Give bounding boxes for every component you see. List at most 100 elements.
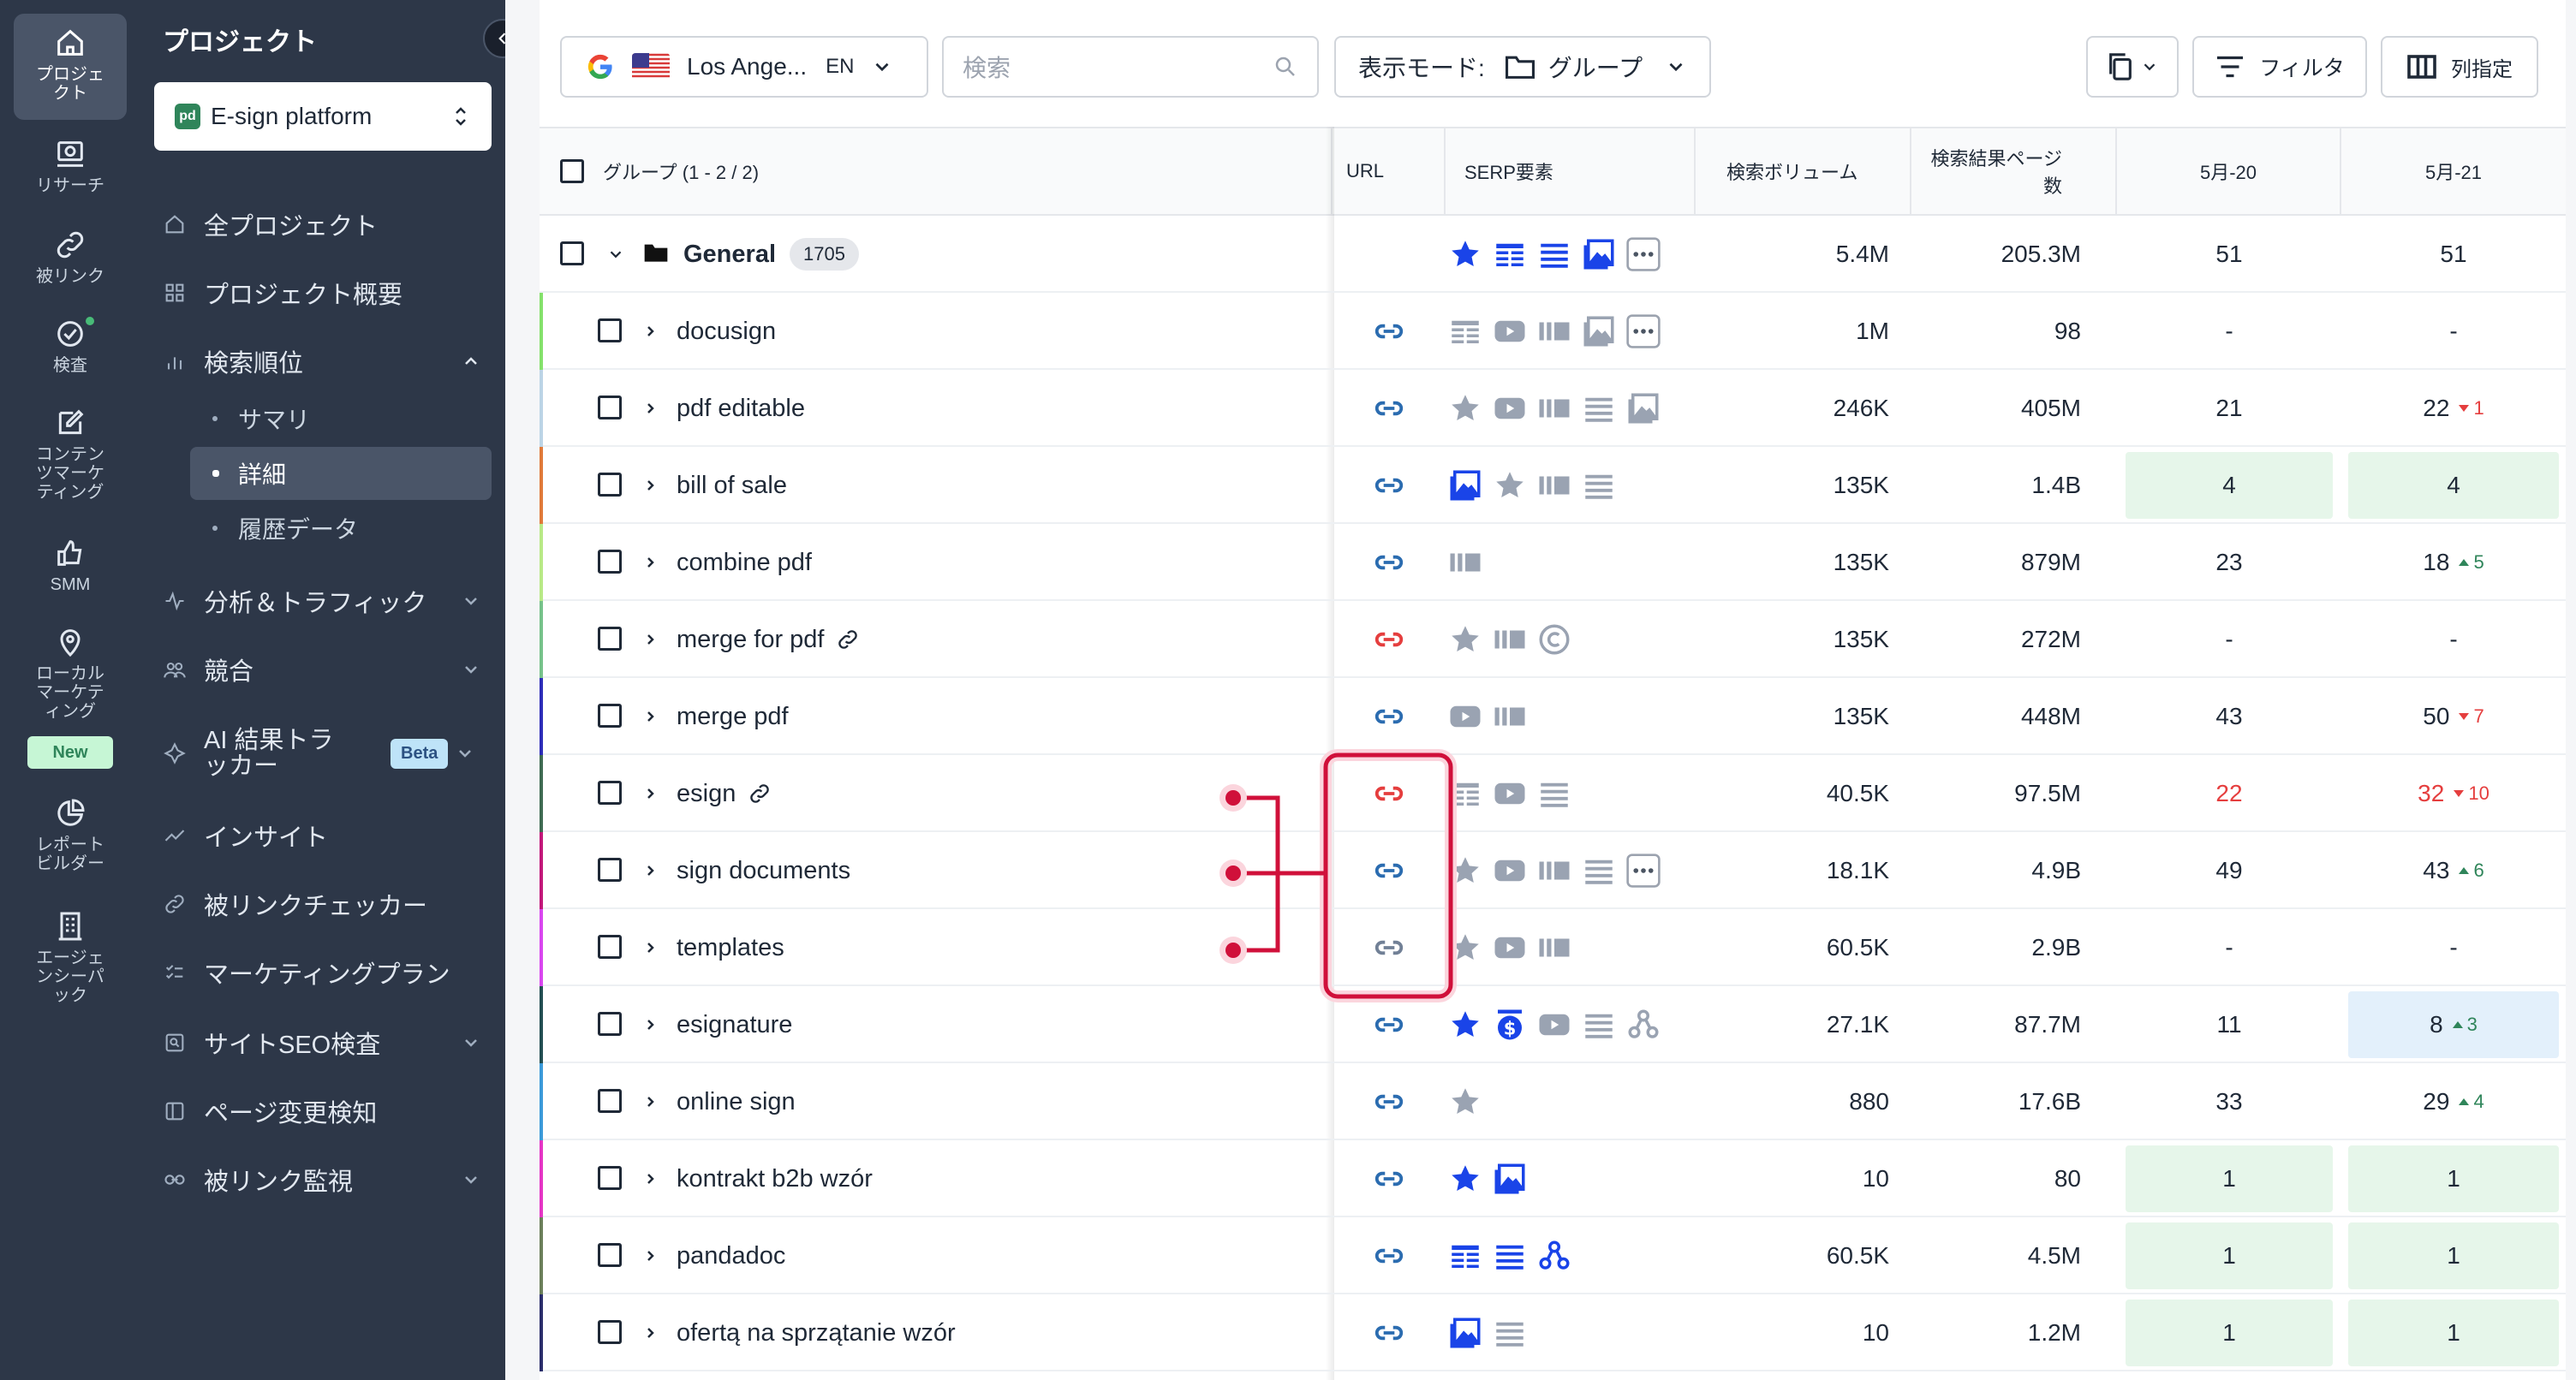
new-badge: New: [27, 736, 113, 769]
icon-rail: プロジェクト リサーチ 被リンク 検査 コンテンツマーケティング SMM ローカ…: [0, 0, 140, 1380]
sidebar-item-label: プロジェクト概要: [204, 282, 403, 309]
pie-chart-icon: [57, 799, 85, 826]
home-icon: [165, 215, 184, 234]
copy-menu-button[interactable]: [2086, 36, 2179, 98]
rail-item-label: リサーチ: [36, 176, 104, 195]
project-selector[interactable]: pd E-sign platform: [154, 82, 492, 151]
view-mode-value: グループ: [1547, 55, 1643, 81]
columns-label: 列指定: [2451, 57, 2513, 81]
rail-item-label: コンテンツマーケティング: [36, 445, 104, 502]
sidebar-item-project-overview[interactable]: プロジェクト概要: [163, 269, 488, 317]
sidebar-item-backlink-monitor[interactable]: 被リンク監視: [163, 1156, 488, 1204]
rail-item-agency-pack[interactable]: エージェンシーパック: [14, 909, 127, 1005]
rail-item-content-marketing[interactable]: コンテンツマーケティング: [14, 406, 127, 502]
rail-item-audit[interactable]: 検査: [14, 317, 127, 375]
sidebar-subitem-details[interactable]: 詳細: [190, 447, 492, 500]
rail-item-label: 検査: [53, 356, 87, 375]
sidebar-subitem-summary[interactable]: サマリ: [190, 392, 492, 445]
rail-item-projects[interactable]: プロジェクト: [14, 14, 127, 120]
sidebar-item-marketing-plan[interactable]: マーケティングプラン: [163, 949, 488, 996]
trend-icon: [164, 830, 185, 842]
filter-icon: [2217, 56, 2244, 78]
audit-icon: [165, 1033, 184, 1052]
link-monitor-icon: [164, 1175, 185, 1185]
notification-dot: [86, 317, 94, 325]
main-area: Los Ange... EN 検索 表示モード: グループ フィルタ 列指定 グ…: [505, 0, 2576, 1380]
map-pin-icon: [60, 629, 80, 657]
check-circle-icon: [57, 321, 83, 347]
view-mode-label: 表示モード:: [1358, 55, 1485, 81]
columns-icon: [2407, 55, 2436, 79]
rail-item-label: プロジェクト: [36, 65, 104, 103]
sidebar-item-site-audit[interactable]: サイトSEO検査: [163, 1019, 488, 1067]
page-icon: [165, 1102, 184, 1121]
sidebar-subitem-history[interactable]: 履歴データ: [190, 502, 492, 555]
view-mode-selector[interactable]: 表示モード: グループ: [1334, 36, 1711, 98]
edit-icon: [58, 409, 84, 435]
project-name: E-sign platform: [211, 103, 373, 129]
us-flag-icon: [632, 53, 670, 80]
chevron-down-icon: [2144, 63, 2156, 71]
location-selector[interactable]: Los Ange... EN: [560, 36, 928, 98]
sidebar-item-insights[interactable]: インサイト: [163, 812, 488, 860]
rail-item-label: エージェンシーパック: [36, 949, 104, 1005]
rail-item-research[interactable]: リサーチ: [14, 137, 127, 195]
sidebar-item-analytics[interactable]: 分析＆トラフィック: [163, 577, 488, 625]
sidebar-item-label: 被リンク監視: [204, 1169, 354, 1196]
sidebar-item-ai-tracker[interactable]: AI 結果トラッカー Beta: [163, 727, 488, 780]
building-icon: [58, 912, 82, 941]
chevron-up-icon: [465, 357, 477, 365]
home-icon: [57, 29, 83, 56]
bar-chart-icon: [167, 357, 182, 370]
sort-chevrons-icon: [456, 107, 466, 126]
project-logo: pd: [175, 104, 200, 129]
sidebar-item-label: インサイト: [204, 824, 329, 852]
google-icon: [587, 54, 612, 80]
chevron-down-icon: [465, 598, 477, 605]
rail-item-local-marketing[interactable]: ローカルマーケティング: [14, 625, 127, 721]
columns-button[interactable]: 列指定: [2381, 36, 2538, 98]
highlight-annotation: [1219, 749, 1457, 1002]
folder-icon: [1505, 56, 1535, 79]
rankings-table: グループ (1 - 2 / 2) URL SERP要素 検索ボリューム 検索結果…: [540, 127, 2566, 1380]
toolbar: Los Ange... EN 検索 表示モード: グループ フィルタ 列指定: [540, 0, 2566, 127]
connector-lines: [1233, 795, 1326, 953]
link-icon: [57, 231, 84, 259]
rail-item-label: SMM: [50, 575, 91, 594]
sidebar-item-all-projects[interactable]: 全プロジェクト: [163, 200, 488, 248]
sidebar-item-label: 被リンクチェッカー: [204, 893, 428, 920]
chevron-down-icon: [465, 1039, 477, 1047]
sidebar: プロジェクト pd E-sign platform 全プロジェクト プロジェクト…: [140, 0, 522, 1380]
checklist-icon: [165, 965, 183, 979]
chevron-down-icon: [1669, 62, 1683, 72]
sidebar-item-rankings[interactable]: 検索順位: [163, 337, 488, 385]
copy-icon: [2109, 53, 2132, 80]
sidebar-title: プロジェクト: [163, 28, 317, 57]
rail-item-report-builder[interactable]: レポートビルダー: [14, 796, 127, 873]
sidebar-item-label: AI 結果トラッカー: [204, 727, 334, 780]
location-text: Los Ange...: [687, 53, 808, 80]
sidebar-item-page-change[interactable]: ページ変更検知: [163, 1087, 488, 1135]
rail-item-smm[interactable]: SMM: [14, 536, 127, 594]
sidebar-item-backlink-checker[interactable]: 被リンクチェッカー: [163, 880, 488, 928]
link-icon: [165, 895, 184, 913]
sidebar-item-label: 全プロジェクト: [204, 213, 379, 241]
dashboard-icon: [165, 283, 184, 302]
beta-badge: Beta: [391, 738, 449, 769]
filter-label: フィルタ: [2259, 57, 2345, 80]
sidebar-item-label: 検索順位: [204, 350, 304, 378]
sidebar-item-competitors[interactable]: 競合: [163, 645, 488, 693]
rail-item-label: レポートビルダー: [36, 836, 104, 873]
rail-item-label: ローカルマーケティング: [36, 664, 104, 721]
language-text: EN: [826, 55, 855, 78]
users-icon: [164, 662, 186, 678]
search-icon: [1275, 57, 1295, 76]
thumbs-up-icon: [57, 540, 82, 566]
search-input[interactable]: 検索: [942, 36, 1319, 98]
activity-icon: [165, 591, 184, 611]
filter-button[interactable]: フィルタ: [2192, 36, 2367, 98]
research-icon: [57, 141, 83, 167]
chevron-down-icon: [875, 62, 889, 72]
rail-item-backlinks[interactable]: 被リンク: [14, 228, 127, 286]
sidebar-item-label: サイトSEO検査: [204, 1032, 381, 1059]
